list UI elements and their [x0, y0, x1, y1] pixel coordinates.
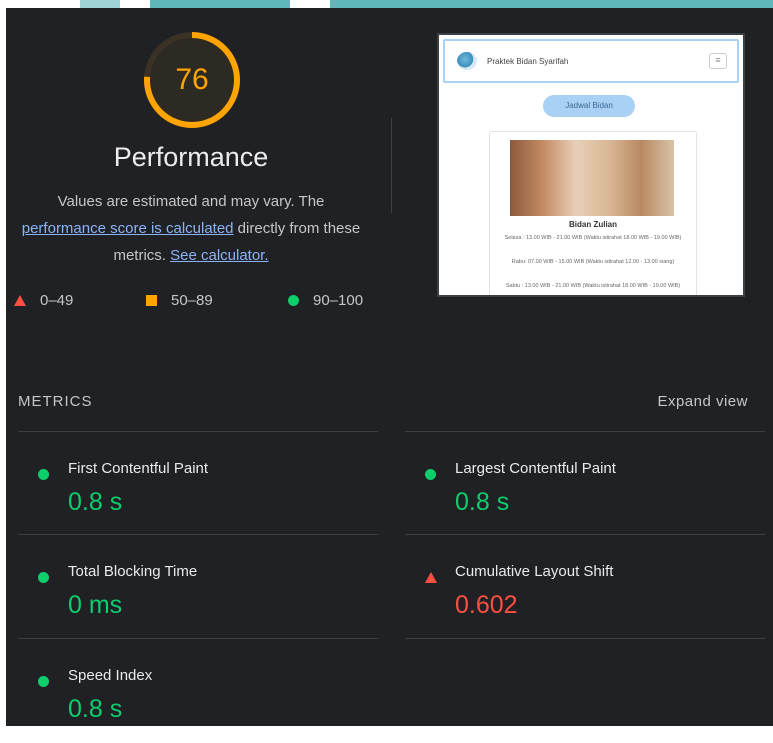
- metric-value: 0 ms: [68, 591, 123, 619]
- screenshot-button: Jadwal Bidan: [543, 95, 635, 117]
- metric-value: 0.602: [455, 591, 518, 619]
- screenshot-site-title: Praktek Bidan Syarifah: [487, 56, 569, 66]
- screenshot-name: Bidan Zulian: [569, 220, 617, 229]
- page-screenshot-thumbnail[interactable]: Praktek Bidan Syarifah ≡ Jadwal Bidan Bi…: [437, 33, 745, 297]
- average-square-icon: [146, 295, 157, 306]
- midwife-photo: [510, 140, 674, 216]
- pass-circle-icon: [288, 295, 299, 306]
- site-logo-icon: [457, 52, 477, 70]
- description-text: Values are estimated and may vary. The: [57, 193, 325, 210]
- legend-label: 90–100: [313, 292, 364, 309]
- screenshot-card: Bidan Zulian Selasa : 13.00 WIB - 21.00 …: [489, 131, 697, 295]
- expand-view-toggle[interactable]: Expand view: [657, 393, 748, 410]
- background-decoration: [330, 0, 773, 8]
- metric-cumulative-layout-shift[interactable]: Cumulative Layout Shift 0.602: [405, 549, 765, 639]
- metric-speed-index[interactable]: Speed Index 0.8 s: [18, 653, 378, 743]
- score-calculated-link[interactable]: performance score is calculated: [22, 220, 234, 237]
- pass-circle-icon: [425, 469, 436, 480]
- fail-triangle-icon: [425, 572, 437, 583]
- fail-triangle-icon: [14, 295, 26, 306]
- pass-circle-icon: [38, 469, 49, 480]
- metric-title: Largest Contentful Paint: [455, 460, 616, 477]
- legend-label: 50–89: [171, 292, 213, 309]
- metric-title: Total Blocking Time: [68, 563, 198, 580]
- category-title: Performance: [113, 142, 269, 172]
- legend-label: 0–49: [40, 292, 74, 309]
- lighthouse-report-panel: 76 Performance Values are estimated and …: [6, 8, 773, 726]
- performance-score-value: 76: [175, 63, 209, 96]
- legend-item-average: 50–89: [146, 292, 213, 309]
- metric-value: 0.8 s: [68, 695, 123, 723]
- metric-title: Speed Index: [68, 667, 153, 684]
- metric-largest-contentful-paint[interactable]: Largest Contentful Paint 0.8 s: [405, 446, 765, 536]
- divider: [391, 118, 392, 213]
- divider: [18, 431, 378, 432]
- see-calculator-link[interactable]: See calculator.: [170, 247, 268, 264]
- pass-circle-icon: [38, 572, 49, 583]
- metric-title: First Contentful Paint: [68, 460, 209, 477]
- metric-first-contentful-paint[interactable]: First Contentful Paint 0.8 s: [18, 446, 378, 536]
- hamburger-menu-icon: ≡: [709, 53, 727, 69]
- screenshot-header: Praktek Bidan Syarifah ≡: [443, 39, 739, 83]
- screenshot-schedule-line: Rabu: 07.00 WIB - 15.00 WIB (Waktu istir…: [511, 259, 675, 265]
- legend-item-fail: 0–49: [14, 292, 73, 309]
- divider: [405, 431, 765, 432]
- screenshot-schedule-line: Selasa : 13.00 WIB - 21.00 WIB (Waktu is…: [504, 235, 682, 241]
- performance-score-gauge[interactable]: 76: [142, 30, 242, 130]
- metric-title: Cumulative Layout Shift: [455, 563, 614, 580]
- background-decoration: [150, 0, 290, 8]
- metrics-header: METRICS: [18, 393, 93, 410]
- metric-total-blocking-time[interactable]: Total Blocking Time 0 ms: [18, 549, 378, 639]
- background-decoration: [80, 0, 120, 8]
- top-strip: [0, 0, 773, 8]
- metric-value: 0.8 s: [455, 488, 510, 516]
- score-description: Values are estimated and may vary. The p…: [6, 188, 376, 269]
- legend-item-pass: 90–100: [288, 292, 363, 309]
- pass-circle-icon: [38, 676, 49, 687]
- screenshot-schedule-line: Sabtu : 13.00 WIB - 21.00 WIB (Waktu ist…: [505, 283, 681, 289]
- metric-value: 0.8 s: [68, 488, 123, 516]
